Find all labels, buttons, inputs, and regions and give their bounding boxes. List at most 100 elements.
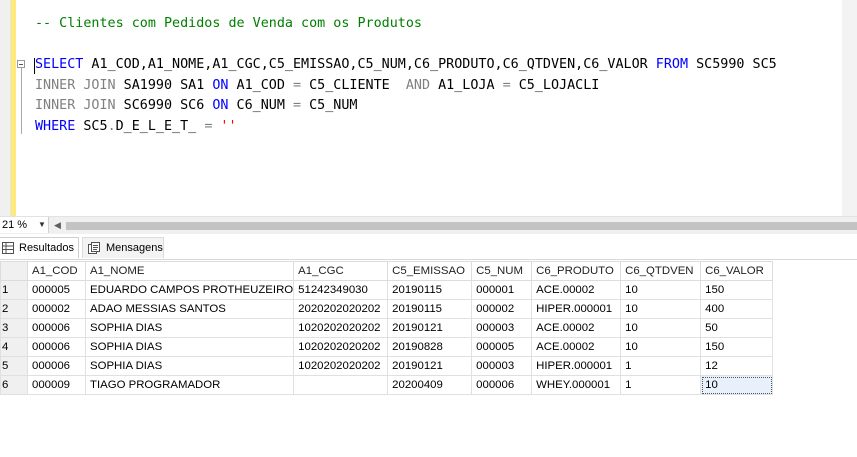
cell[interactable]: SOPHIA DIAS (84, 356, 295, 376)
results-tab-strip: Resultados Mensagens (0, 234, 857, 260)
cell[interactable]: 150 (700, 337, 774, 357)
code-line-join-sc6[interactable]: INNER JOIN SC6990 SC6 ON C6_NUM = C5_NUM (35, 98, 358, 114)
cell[interactable]: 20190115 (387, 280, 473, 300)
keyword-where: WHERE (35, 119, 76, 134)
column-header[interactable]: C6_PRODUTO (531, 261, 622, 281)
cell[interactable]: ACE.00002 (531, 337, 622, 357)
cell[interactable]: 000006 (471, 375, 533, 395)
cell[interactable]: 50 (700, 318, 774, 338)
column-header[interactable]: A1_CGC (293, 261, 389, 281)
cell[interactable]: 10 (620, 280, 702, 300)
cell[interactable]: 20190121 (387, 356, 473, 376)
cell[interactable] (293, 375, 389, 395)
row-number[interactable]: 6 (0, 375, 28, 395)
table-row[interactable]: 6 000009 TIAGO PROGRAMADOR 20200409 0000… (0, 375, 774, 395)
table-row[interactable]: 4 000006 SOPHIA DIAS 1020202020202 20190… (0, 337, 774, 357)
tab-messages[interactable]: Mensagens (82, 237, 164, 258)
cell[interactable]: 12 (700, 356, 774, 376)
cell[interactable]: 000009 (27, 375, 86, 395)
cell[interactable]: WHEY.000001 (531, 375, 622, 395)
cell[interactable]: 150 (700, 280, 774, 300)
cell[interactable]: 20200409 (387, 375, 473, 395)
cell[interactable]: 1020202020202 (293, 318, 389, 338)
horizontal-scrollbar[interactable] (66, 222, 857, 230)
keyword-on: ON (212, 78, 229, 93)
cell[interactable]: 1020202020202 (293, 337, 389, 357)
cell[interactable]: 20190115 (387, 299, 473, 319)
cell[interactable]: 000006 (27, 337, 86, 357)
cell[interactable]: 10 (620, 337, 702, 357)
cell[interactable]: 000001 (471, 280, 533, 300)
cell[interactable]: 000003 (471, 356, 533, 376)
cell[interactable]: ACE.00002 (531, 318, 622, 338)
operator-dot: . (107, 119, 116, 134)
outline-fold-line (21, 64, 22, 134)
column-header[interactable]: C6_VALOR (700, 261, 774, 281)
cell[interactable]: 400 (700, 299, 774, 319)
tab-messages-label: Mensagens (106, 242, 163, 254)
row-number[interactable]: 5 (0, 356, 28, 376)
keyword-and: AND (405, 78, 431, 93)
change-tracking-bar (11, 0, 16, 216)
column-header[interactable]: C5_EMISSAO (387, 261, 473, 281)
column-header[interactable]: A1_NOME (84, 261, 295, 281)
column-header[interactable]: C6_QTDVEN (620, 261, 702, 281)
query-editor[interactable]: -- Clientes com Pedidos de Venda com os … (0, 0, 857, 216)
row-number-header[interactable] (0, 261, 28, 281)
tab-results-label: Resultados (19, 242, 75, 254)
cell[interactable]: 000005 (27, 280, 86, 300)
table-row[interactable]: 2 000002 ADAO MESSIAS SANTOS 20202020202… (0, 299, 774, 319)
cell[interactable]: 1 (620, 356, 702, 376)
cell[interactable]: 10 (620, 318, 702, 338)
header-row: A1_COD A1_NOME A1_CGC C5_EMISSAO C5_NUM … (0, 261, 774, 281)
code-line-comment[interactable]: -- Clientes com Pedidos de Venda com os … (35, 16, 422, 32)
join-table: SA1990 SA1 (115, 78, 213, 93)
cell[interactable]: 2020202020202 (293, 299, 389, 319)
cell[interactable]: 10 (620, 299, 702, 319)
cell[interactable]: 1 (620, 375, 702, 395)
row-number[interactable]: 2 (0, 299, 28, 319)
cell[interactable]: SOPHIA DIAS (84, 337, 295, 357)
join-field: A1_LOJA (430, 78, 503, 93)
row-number[interactable]: 1 (0, 280, 28, 300)
table-row[interactable]: 1 000005 EDUARDO CAMPOS PROTHEUZEIRO 512… (0, 280, 774, 300)
cell[interactable]: SOPHIA DIAS (84, 318, 295, 338)
cell[interactable]: EDUARDO CAMPOS PROTHEUZEIRO (84, 280, 295, 300)
table-row[interactable]: 3 000006 SOPHIA DIAS 1020202020202 20190… (0, 318, 774, 338)
scroll-left-icon[interactable]: ◀ (54, 218, 61, 233)
code-line-select[interactable]: SELECT A1_COD,A1_NOME,A1_CGC,C5_EMISSAO,… (35, 57, 777, 73)
column-header[interactable]: A1_COD (27, 261, 86, 281)
tab-results[interactable]: Resultados (0, 237, 79, 258)
code-line-join-sa1[interactable]: INNER JOIN SA1990 SA1 ON A1_COD = C5_CLI… (35, 78, 599, 94)
cell[interactable]: 20190121 (387, 318, 473, 338)
messages-icon (88, 242, 100, 254)
where-alias: SC5 (75, 119, 108, 134)
cell[interactable]: ADAO MESSIAS SANTOS (84, 299, 295, 319)
cell[interactable]: 000003 (471, 318, 533, 338)
editor-gutter (0, 0, 11, 216)
cell[interactable]: 000005 (471, 337, 533, 357)
row-number[interactable]: 3 (0, 318, 28, 338)
editor-vertical-scrollbar[interactable] (842, 0, 857, 216)
cell[interactable]: 000002 (27, 299, 86, 319)
cell[interactable]: HIPER.000001 (531, 356, 622, 376)
cell[interactable]: 000002 (471, 299, 533, 319)
cell[interactable]: 000006 (27, 318, 86, 338)
selected-cell[interactable]: 10 (700, 375, 774, 395)
column-header[interactable]: C5_NUM (471, 261, 533, 281)
results-grid[interactable]: A1_COD A1_NOME A1_CGC C5_EMISSAO C5_NUM … (0, 261, 774, 395)
cell[interactable]: 000006 (27, 356, 86, 376)
table-row[interactable]: 5 000006 SOPHIA DIAS 1020202020202 20190… (0, 356, 774, 376)
keyword-inner-join: INNER JOIN (35, 98, 116, 113)
cell[interactable]: HIPER.000001 (531, 299, 622, 319)
row-number[interactable]: 4 (0, 337, 28, 357)
cell[interactable]: 20190828 (387, 337, 473, 357)
cell[interactable]: ACE.00002 (531, 280, 622, 300)
operator-equals: = (293, 78, 302, 93)
cell[interactable]: 51242349030 (293, 280, 389, 300)
cell[interactable]: TIAGO PROGRAMADOR (84, 375, 295, 395)
code-line-where[interactable]: WHERE SC5.D_E_L_E_T_ = '' (35, 119, 237, 135)
cell[interactable]: 1020202020202 (293, 356, 389, 376)
zoom-dropdown[interactable]: 21 % ▼ (0, 217, 49, 233)
collapse-icon[interactable] (17, 60, 25, 68)
